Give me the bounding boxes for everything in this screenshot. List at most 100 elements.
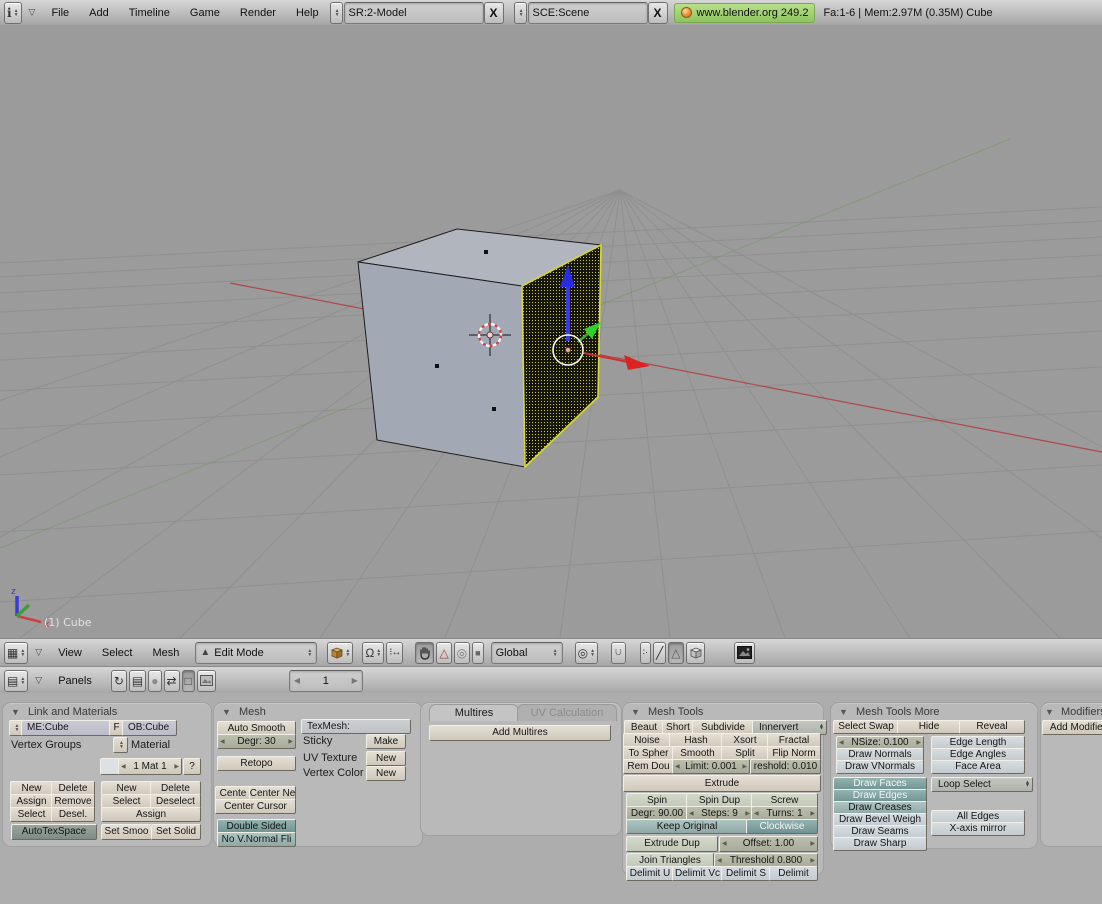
texmesh-field[interactable]: TexMesh: — [301, 719, 411, 734]
scene-delete-button[interactable]: X — [648, 2, 668, 24]
screen-delete-button[interactable]: X — [484, 2, 504, 24]
vertex-color-new-button[interactable]: New — [366, 766, 406, 781]
manipulator-toggle-button[interactable]: ⁝↔ — [386, 642, 403, 664]
editing-context-button[interactable]: □ — [182, 670, 195, 692]
offset-stepper[interactable]: ◀Offset: 1.00▶ — [719, 836, 818, 852]
sticky-make-button[interactable]: Make — [366, 734, 406, 749]
menu-mesh[interactable]: Mesh — [142, 647, 189, 659]
add-multires-button[interactable]: Add Multires — [429, 725, 611, 741]
face-area-toggle[interactable]: Face Area — [931, 760, 1025, 774]
logic-context-button[interactable]: ↻ — [111, 670, 127, 692]
panel-collapse-icon[interactable]: ▼ — [631, 707, 640, 717]
scene-name-field[interactable]: SCE:Scene — [528, 2, 648, 24]
screen-browse-button[interactable]: ▲▼ — [330, 2, 343, 24]
extrude-button[interactable]: Extrude — [623, 775, 821, 792]
vgroup-select-button[interactable]: Select — [10, 807, 53, 822]
material-color-swatch[interactable] — [100, 758, 120, 775]
manipulator-rotate-button[interactable]: ◎ — [454, 642, 470, 664]
script-context-button[interactable]: ▤ — [129, 670, 146, 692]
manipulator-translate-button[interactable]: △ — [436, 642, 451, 664]
limit-stepper[interactable]: ◀Limit: 0.001▶ — [672, 759, 750, 774]
face-dot[interactable] — [492, 407, 496, 411]
panels-menu[interactable]: Panels — [48, 675, 102, 687]
face-dot[interactable] — [435, 364, 439, 368]
menu-add[interactable]: Add — [79, 7, 119, 19]
set-smooth-button[interactable]: Set Smoo — [101, 824, 152, 840]
material-help-button[interactable]: ? — [183, 758, 201, 775]
edge-select-button[interactable]: ╱ — [653, 642, 666, 664]
occlude-geometry-button[interactable] — [686, 642, 705, 664]
render-preview-button[interactable] — [734, 642, 755, 664]
viewport-editor-type-button[interactable]: ▦ ▲▼ — [4, 642, 28, 664]
menu-render[interactable]: Render — [230, 7, 286, 19]
add-modifier-button[interactable]: Add Modifier — [1042, 720, 1102, 735]
tab-multires[interactable]: Multires — [429, 704, 519, 721]
degr-stepper[interactable]: ◀Degr: 30▶ — [217, 734, 296, 749]
draw-type-dropdown[interactable]: ▲▼ — [327, 642, 353, 664]
manipulator-x-arrowhead[interactable] — [624, 355, 650, 370]
threshold-stepper[interactable]: reshold: 0.010 — [750, 759, 821, 774]
header-collapse-icon[interactable]: ▽ — [35, 647, 42, 658]
hide-button[interactable]: Hide — [897, 720, 961, 734]
menu-select[interactable]: Select — [92, 647, 143, 659]
tab-uv-calculation[interactable]: UV Calculation — [517, 704, 617, 721]
delimit-vcol-toggle[interactable]: Delimit Vc — [672, 866, 723, 881]
delimit-sharp-toggle[interactable]: Delimit S — [721, 866, 771, 881]
panel-collapse-icon[interactable]: ▼ — [11, 707, 20, 717]
object-context-button[interactable]: ⇄ — [164, 670, 180, 692]
uv-texture-new-button[interactable]: New — [366, 751, 406, 766]
manipulator-scale-button[interactable]: ■ — [472, 642, 483, 664]
shading-context-button[interactable]: ● — [148, 670, 161, 692]
retopo-toggle[interactable]: Retopo — [217, 756, 296, 771]
clockwise-toggle[interactable]: Clockwise — [746, 819, 818, 834]
face-dot[interactable] — [484, 250, 488, 254]
cube-mesh[interactable] — [358, 229, 601, 467]
panel-collapse-icon[interactable]: ▼ — [1045, 707, 1054, 717]
menu-timeline[interactable]: Timeline — [119, 7, 180, 19]
screen-name-field[interactable]: SR:2-Model — [344, 2, 484, 24]
buttons-editor-type-button[interactable]: ▤ ▲▼ — [4, 670, 28, 692]
menu-help[interactable]: Help — [286, 7, 329, 19]
menu-game[interactable]: Game — [180, 7, 230, 19]
material-assign-button[interactable]: Assign — [101, 807, 201, 822]
keep-original-toggle[interactable]: Keep Original — [626, 819, 748, 834]
frame-next-icon[interactable]: ▶ — [352, 676, 358, 685]
menu-file[interactable]: File — [41, 7, 79, 19]
panel-collapse-icon[interactable]: ▼ — [222, 707, 231, 717]
3d-viewport[interactable]: z x (1) Cube — [0, 25, 1102, 638]
select-swap-button[interactable]: Select Swap — [833, 720, 899, 734]
extrude-dup-button[interactable]: Extrude Dup — [626, 836, 718, 852]
reveal-button[interactable]: Reveal — [959, 720, 1025, 734]
orientation-dropdown[interactable]: Global ▲▼ — [491, 642, 563, 664]
vertex-select-button[interactable]: ∶· — [640, 642, 651, 664]
center-cursor-button[interactable]: Center Cursor — [215, 799, 296, 814]
pivot-dropdown[interactable]: Ω ▲▼ — [362, 642, 384, 664]
loop-select-dropdown[interactable]: Loop Select▲▼ — [931, 777, 1033, 792]
editor-type-button[interactable]: i ▲▼ — [4, 2, 22, 24]
delimit-seam-toggle[interactable]: Delimit — [769, 866, 818, 881]
menu-view[interactable]: View — [48, 647, 92, 659]
mode-dropdown[interactable]: ▲ Edit Mode ▲▼ — [195, 642, 317, 664]
x-axis-mirror-toggle[interactable]: X-axis mirror — [931, 822, 1025, 836]
delimit-uv-toggle[interactable]: Delimit U — [626, 866, 674, 881]
frame-prev-icon[interactable]: ◀ — [294, 676, 300, 685]
material-browse-button[interactable]: ▲▼ — [113, 737, 128, 753]
draw-sharp-toggle[interactable]: Draw Sharp — [833, 837, 927, 851]
panel-collapse-icon[interactable]: ▼ — [839, 707, 848, 717]
autotexspace-toggle[interactable]: AutoTexSpace — [11, 824, 97, 840]
snap-button[interactable]: ∩ — [611, 642, 626, 664]
mesh-name-field[interactable]: ME:Cube — [21, 720, 116, 736]
scene-browse-button[interactable]: ▲▼ — [514, 2, 527, 24]
scene-context-button[interactable] — [197, 670, 216, 692]
no-vnormal-flip-toggle[interactable]: No V.Normal Fli — [217, 832, 296, 847]
header-collapse-icon[interactable]: ▽ — [29, 7, 36, 18]
manipulator-hand-button[interactable] — [415, 642, 434, 664]
header-collapse-icon[interactable]: ▽ — [35, 675, 42, 686]
vgroup-deselect-button[interactable]: Desel. — [51, 807, 95, 822]
material-index-stepper[interactable]: ◀ 1 Mat 1 ▶ — [118, 758, 182, 775]
draw-vnormals-toggle[interactable]: Draw VNormals — [836, 760, 924, 774]
pivot-point-dropdown[interactable]: ◎ ▲▼ — [575, 642, 598, 664]
face-select-button[interactable]: △ — [668, 642, 683, 664]
remove-doubles-button[interactable]: Rem Dou — [623, 759, 674, 774]
frame-number-stepper[interactable]: ◀ 1 ▶ — [289, 670, 363, 692]
